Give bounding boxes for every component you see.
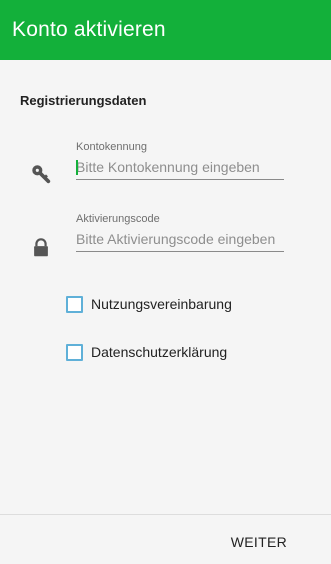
privacy-policy-checkbox-row[interactable]: Datenschutzerklärung (66, 341, 227, 363)
privacy-policy-label[interactable]: Datenschutzerklärung (91, 344, 227, 360)
activation-code-input[interactable] (76, 230, 284, 252)
footer-divider (0, 514, 331, 515)
activation-code-field: Aktivierungscode (0, 213, 331, 263)
account-id-label: Kontokennung (76, 141, 147, 153)
app-bar: Konto aktivieren (0, 0, 331, 60)
account-id-input[interactable] (76, 158, 284, 180)
page-title: Konto aktivieren (12, 18, 166, 41)
lock-icon (30, 237, 52, 259)
key-icon (30, 163, 52, 185)
text-cursor (76, 160, 78, 175)
terms-of-use-checkbox-row[interactable]: Nutzungsvereinbarung (66, 293, 232, 315)
section-title: Registrierungsdaten (20, 93, 147, 108)
privacy-policy-checkbox[interactable] (66, 343, 83, 361)
terms-of-use-checkbox[interactable] (66, 295, 83, 313)
activation-code-label: Aktivierungscode (76, 213, 160, 225)
terms-of-use-label[interactable]: Nutzungsvereinbarung (91, 296, 232, 312)
account-id-field: Kontokennung (0, 141, 331, 191)
next-button[interactable]: WEITER (231, 534, 287, 550)
